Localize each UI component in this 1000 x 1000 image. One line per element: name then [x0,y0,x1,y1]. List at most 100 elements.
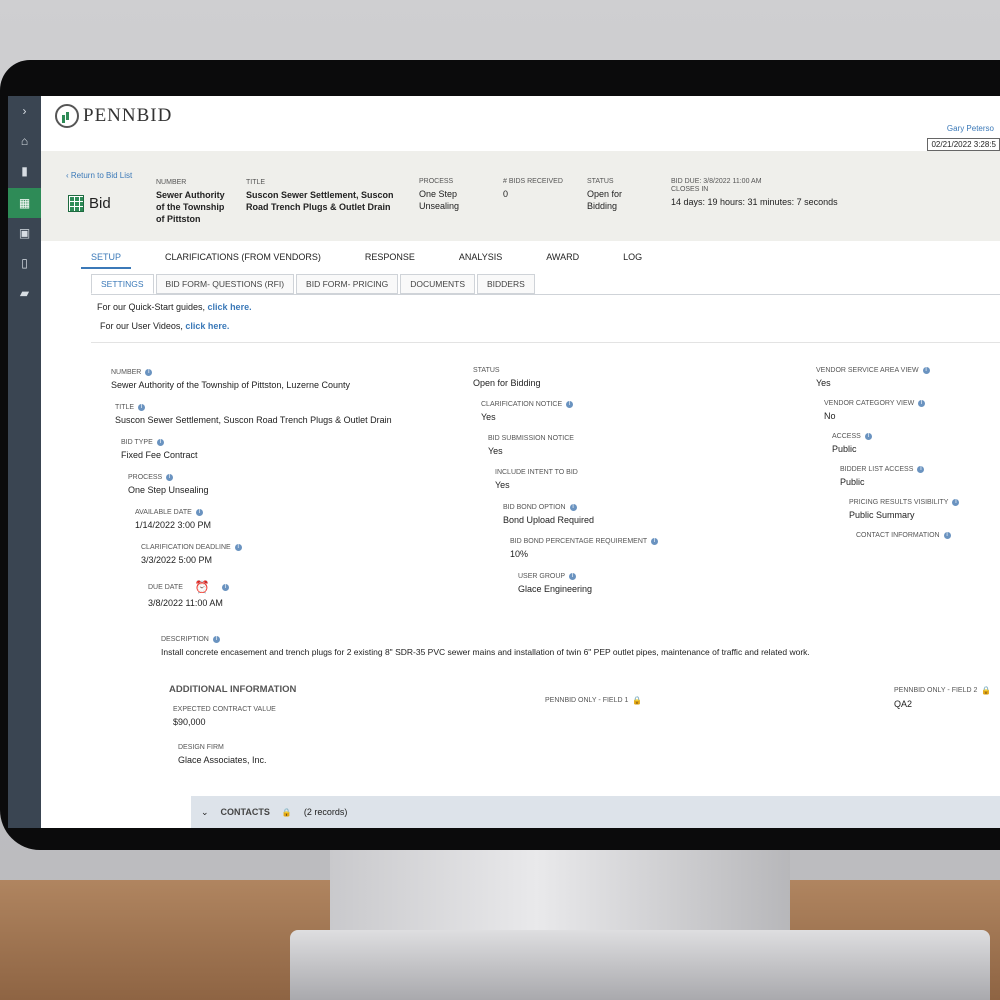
lock-icon: 🔒 [632,696,643,705]
header-closes-in-label: CLOSES IN [671,186,709,193]
additional-info-heading: ADDITIONAL INFORMATION [169,684,297,695]
info-icon[interactable]: i [166,474,174,481]
field-bid-submission-notice: BID SUBMISSION NOTICE Yes [488,435,574,456]
field-pricing-results: PRICING RESULTS VISIBILITY i Public Summa… [849,499,960,520]
info-icon[interactable]: i [569,504,577,511]
field-label: ACCESS [832,433,861,440]
tab-setup[interactable]: SETUP [81,248,132,269]
info-icon[interactable]: i [922,367,930,374]
info-icon[interactable]: i [651,538,659,545]
field-label: DUE DATE [148,583,183,591]
subtab-bidders[interactable]: BIDDERS [477,274,535,294]
contacts-count: (2 records) [303,807,348,817]
header-status-value: Open for Bidding [587,189,623,211]
field-value: Open for Bidding [473,378,541,388]
subtab-documents[interactable]: DOCUMENTS [400,274,475,294]
field-include-intent: INCLUDE INTENT TO BID Yes [495,469,578,490]
field-label: DESIGN FIRM [178,744,224,751]
tab-analysis[interactable]: ANALYSIS [449,248,512,269]
bid-title: Bid [68,195,111,212]
info-icon[interactable]: i [569,573,577,580]
field-value: Yes [481,412,496,422]
info-icon[interactable]: i [221,583,229,591]
field-clarification-deadline: CLARIFICATION DEADLINE i 3/3/2022 5:00 PM [141,544,242,565]
logo[interactable]: PENNBID [55,104,172,128]
header-process-label: PROCESS [419,178,454,185]
field-label: PROCESS [128,474,163,481]
monitor-base [290,930,990,1000]
field-value: Glace Engineering [518,584,593,594]
field-label: BID TYPE [121,439,153,446]
field-label: NUMBER [111,369,142,376]
field-title: TITLE i Suscon Sewer Settlement, Suscon R… [115,404,392,425]
header-number-value: Sewer Authority of the Township of Pitts… [156,190,225,224]
date-display: 02/21/2022 3:28:5 [927,138,1000,151]
logo-chart-icon [55,104,79,128]
subtab-bid-form-pricing[interactable]: BID FORM- PRICING [296,274,399,294]
info-icon[interactable]: i [234,544,242,551]
header-bids-received: # BIDS RECEIVED 0 [503,178,578,200]
field-access: ACCESS i Public [832,433,872,454]
document-icon[interactable]: ▯ [8,248,41,278]
header-number: NUMBER Sewer Authority of the Township o… [156,179,231,225]
return-to-bid-list-link[interactable]: ‹ Return to Bid List [66,171,136,180]
lock-icon: 🔒 [981,686,992,695]
field-label: STATUS [473,367,500,374]
tab-log[interactable]: LOG [613,248,652,269]
tab-divider [91,294,1000,295]
subtab-settings[interactable]: SETTINGS [91,274,154,294]
field-value: Suscon Sewer Settlement, Suscon Road Tre… [115,415,392,425]
info-icon[interactable]: i [212,636,220,643]
header-status-label: STATUS [587,178,614,185]
folder-icon[interactable]: ▰ [8,278,41,308]
info-icon[interactable]: i [917,466,925,473]
header-process: PROCESS One Step Unsealing [419,178,484,212]
info-icon[interactable]: i [156,439,164,446]
field-value: 3/3/2022 5:00 PM [141,555,213,565]
calendar-icon[interactable]: ▣ [8,218,41,248]
field-available-date: AVAILABLE DATE i 1/14/2022 3:00 PM [135,509,211,530]
sidebar: › ⌂ ▮ ▦ ▣ ▯ ▰ [8,96,41,828]
logo-text: PENNBID [83,105,173,126]
header-bid-due-label: BID DUE: 3/8/2022 11:00 AM [671,178,762,185]
field-label: PENNBID ONLY - FIELD 2 [894,687,978,694]
info-icon[interactable]: i [952,499,960,506]
header-status: STATUS Open for Bidding [587,178,642,212]
header-bids-received-value: 0 [503,189,509,199]
chevron-down-icon[interactable]: ⌄ [201,807,209,818]
info-icon[interactable]: i [195,509,203,516]
tab-response[interactable]: RESPONSE [355,248,425,269]
chevron-right-icon[interactable]: › [8,96,41,126]
field-label: BID BOND PERCENTAGE REQUIREMENT [510,538,648,545]
info-icon[interactable]: i [138,404,146,411]
info-icon[interactable]: i [145,369,153,376]
user-name-link[interactable]: Gary Peterso [947,124,994,133]
bookmark-icon[interactable]: ▮ [8,156,41,186]
field-label: BID BOND OPTION [503,504,566,511]
tab-clarifications[interactable]: CLARIFICATIONS (FROM VENDORS) [155,248,331,269]
tab-award[interactable]: AWARD [536,248,589,269]
field-label: TITLE [115,404,135,411]
videos-link[interactable]: click here. [185,321,229,331]
field-label: DESCRIPTION [161,636,209,643]
field-value: 10% [510,549,529,559]
info-icon[interactable]: i [943,532,951,539]
header-number-label: NUMBER [156,179,187,186]
field-value: Glace Associates, Inc. [178,755,267,765]
info-icon[interactable]: i [918,400,926,407]
main-content: PENNBID Gary Peterso 02/21/2022 3:28:5 ‹… [41,96,1000,828]
field-user-group: USER GROUP i Glace Engineering [518,573,592,594]
subtab-bid-form-questions[interactable]: BID FORM- QUESTIONS (RFI) [155,274,295,294]
field-pennbid-only-1: PENNBID ONLY - FIELD 1 🔒 [545,696,642,709]
info-icon[interactable]: i [566,401,574,408]
contacts-section-header[interactable]: ⌄ CONTACTS 🔒 (2 records) [191,796,1000,828]
home-icon[interactable]: ⌂ [8,126,41,156]
bid-grid-icon[interactable]: ▦ [8,188,41,218]
field-label: VENDOR SERVICE AREA VIEW [816,367,919,374]
contacts-title: CONTACTS [220,807,270,817]
field-vendor-category: VENDOR CATEGORY VIEW i No [824,400,926,421]
field-expected-contract-value: EXPECTED CONTRACT VALUE $90,000 [173,706,276,727]
field-bid-bond-percentage: BID BOND PERCENTAGE REQUIREMENT i 10% [510,538,659,559]
info-icon[interactable]: i [864,433,872,440]
quick-start-link[interactable]: click here. [208,302,252,312]
